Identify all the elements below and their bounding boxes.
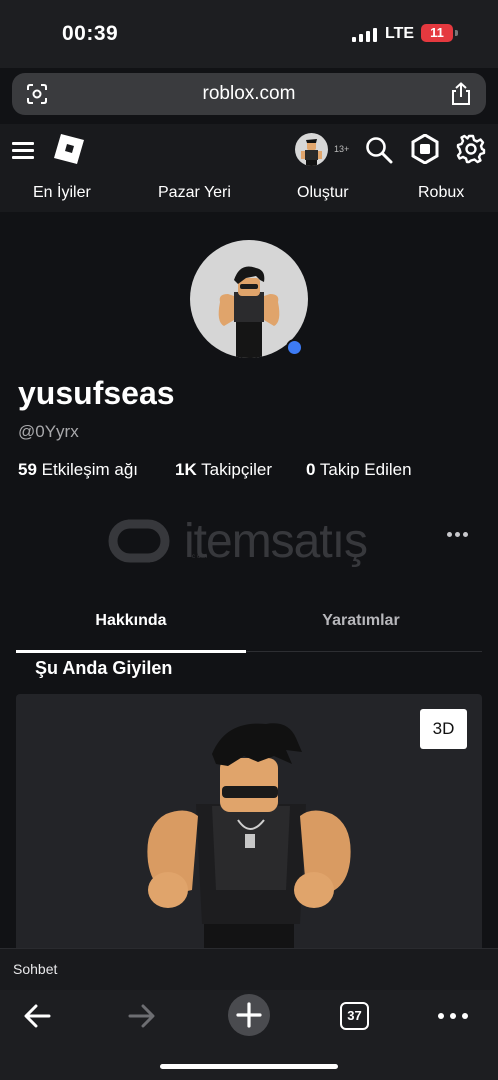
nav-item-create[interactable]: Oluştur [297, 184, 349, 202]
search-icon[interactable] [365, 136, 393, 164]
watermark-subtext: ·com [188, 554, 210, 560]
connections-count: 59 [18, 460, 37, 479]
chat-label[interactable]: Sohbet [13, 961, 57, 977]
more-menu-icon[interactable] [438, 1013, 468, 1019]
followers-stat[interactable]: 1K Takipçiler [175, 460, 272, 480]
status-bar: 00:39 LTE 11 [0, 0, 498, 68]
display-name: yusufseas [18, 375, 175, 411]
main-nav: En İyiler Pazar Yeri Oluştur Robux [0, 184, 498, 206]
following-label: Takip Edilen [319, 460, 412, 479]
forward-arrow-icon[interactable] [127, 1002, 157, 1030]
robux-icon[interactable] [410, 134, 440, 164]
plus-icon [236, 1002, 262, 1028]
watermark: itemsatış ·com [104, 512, 404, 572]
gear-icon[interactable] [456, 134, 486, 164]
network-label: LTE [385, 25, 415, 42]
view-3d-button[interactable]: 3D [420, 709, 467, 749]
username-handle: @0Yyrx [18, 422, 79, 441]
chat-bar[interactable]: Sohbet [0, 948, 498, 990]
profile-tabs: Hakkında Yaratımlar [16, 602, 482, 652]
share-icon[interactable] [450, 82, 472, 106]
home-indicator [160, 1064, 338, 1069]
tabs-overview-button[interactable]: 37 [340, 1002, 369, 1030]
avatar-figure-icon [301, 139, 322, 166]
active-tab-indicator [16, 650, 246, 653]
followers-count: 1K [175, 460, 197, 479]
currently-wearing-title: Şu Anda Giyilen [35, 658, 173, 678]
tab-creations[interactable]: Yaratımlar [246, 612, 476, 630]
nav-item-robux[interactable]: Robux [418, 184, 464, 202]
age-badge: 13+ [334, 144, 350, 154]
nav-item-marketplace[interactable]: Pazar Yeri [158, 184, 231, 202]
connections-stat[interactable]: 59 Etkileşim ağı [18, 460, 138, 480]
new-tab-button[interactable] [228, 994, 270, 1036]
watermark-text: itemsatış [184, 515, 368, 568]
following-stat[interactable]: 0 Takip Edilen [306, 460, 412, 480]
back-arrow-icon[interactable] [22, 1002, 52, 1030]
address-bar[interactable]: roblox.com [12, 73, 486, 115]
followers-label: Takipçiler [201, 460, 273, 479]
following-count: 0 [306, 460, 316, 479]
nav-item-top[interactable]: En İyiler [33, 184, 91, 202]
tab-about[interactable]: Hakkında [16, 612, 246, 630]
roblox-logo[interactable] [54, 134, 84, 164]
signal-icon [352, 28, 378, 42]
avatar-preview[interactable] [16, 694, 482, 954]
battery-cap [455, 30, 458, 36]
connections-label: Etkileşim ağı [41, 460, 139, 479]
hamburger-menu-icon[interactable] [12, 142, 34, 160]
site-header: 13+ En İyiler Pazar Yeri Oluştur Robux [0, 124, 498, 212]
avatar-full-body-icon [147, 723, 351, 954]
online-status-indicator [286, 339, 303, 356]
battery-level: 11 [430, 25, 444, 40]
user-avatar[interactable] [295, 133, 328, 166]
more-options-icon[interactable] [447, 532, 469, 538]
watermark-logo-icon [108, 519, 170, 563]
status-time: 00:39 [62, 22, 119, 45]
url-text[interactable]: roblox.com [12, 83, 486, 105]
battery-icon: 11 [421, 24, 453, 42]
